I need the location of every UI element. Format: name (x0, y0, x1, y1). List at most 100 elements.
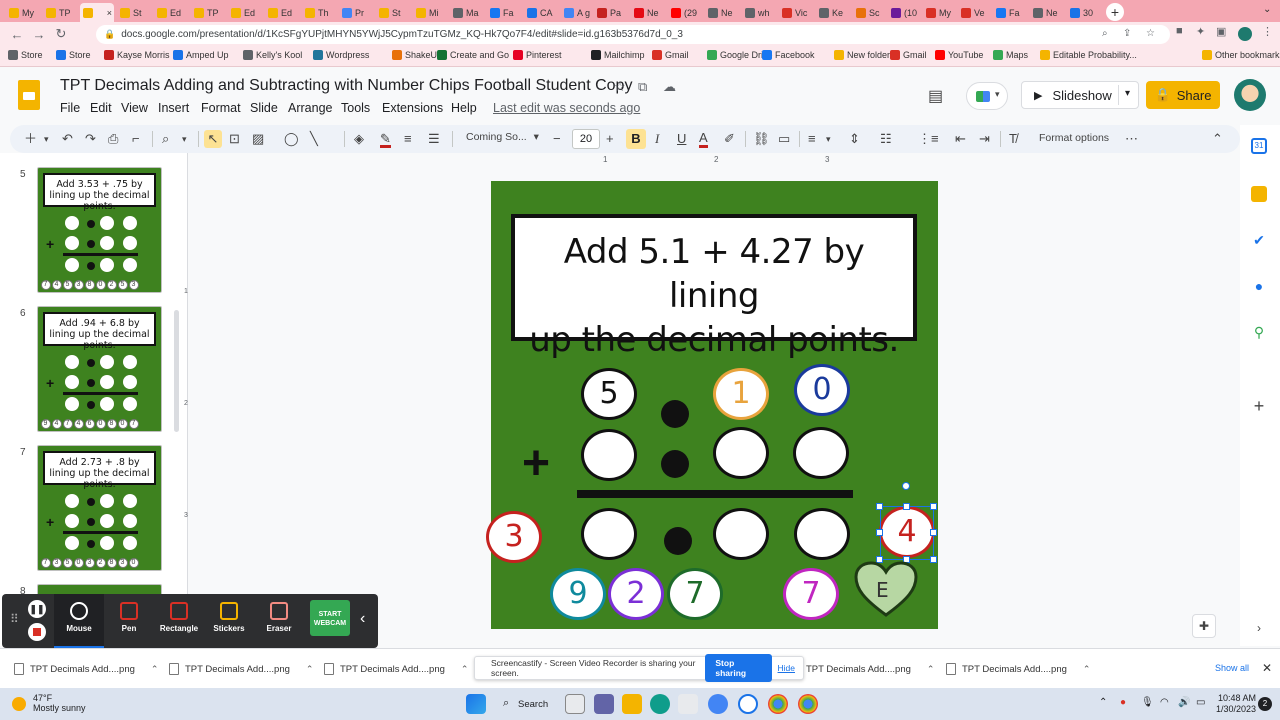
download-options-icon[interactable]: ⌃ (151, 664, 159, 675)
menu-extensions[interactable]: Extensions (382, 101, 443, 115)
number-chip-hundredths[interactable]: 0 (794, 364, 850, 416)
browser-tab[interactable]: Ma (450, 3, 484, 22)
volume-icon[interactable]: 🔊 (1178, 697, 1190, 708)
comment-history-icon[interactable]: ▤ (928, 86, 943, 106)
collapse-toolbar-icon[interactable]: ⌃ (1212, 130, 1223, 148)
stop-sharing-button[interactable]: Stop sharing (705, 654, 772, 682)
browser-tab[interactable]: CA (524, 3, 558, 22)
tray-chevron-icon[interactable]: ⌃ (1099, 697, 1107, 708)
browser-tab[interactable]: wh (742, 3, 776, 22)
tray-app-icon[interactable]: ● (1120, 697, 1126, 708)
tasks-icon[interactable]: ✔ (1251, 232, 1267, 248)
close-downloads-icon[interactable]: ✕ (1262, 661, 1272, 675)
bookmark-item[interactable]: Kayse Morris (104, 50, 170, 60)
line-spacing-icon[interactable]: ⇕ (849, 130, 860, 148)
menu-format[interactable]: Format (201, 101, 241, 115)
print-icon[interactable]: ⎙ (108, 130, 118, 148)
tab-search-icon[interactable]: ⌄ (1263, 4, 1271, 15)
bookmark-item[interactable]: YouTube (935, 50, 983, 60)
text-color-button[interactable]: A (699, 130, 708, 148)
bookmark-item[interactable]: Other bookmarks (1202, 50, 1280, 60)
empty-chip-slot[interactable] (713, 427, 769, 479)
browser-tab[interactable]: Ed (154, 3, 188, 22)
browser-tab[interactable]: My (923, 3, 957, 22)
bookmark-item[interactable]: ShakeUp (392, 50, 442, 60)
fill-color-icon[interactable]: ◈ (354, 130, 364, 148)
download-item[interactable]: TPT Decimals Add....png ⌃ (790, 663, 934, 675)
download-options-icon[interactable]: ⌃ (306, 664, 314, 675)
number-chip[interactable]: 7 (783, 568, 839, 620)
browser-tab[interactable]: A g (561, 3, 595, 22)
format-options-button[interactable]: Format options (1039, 132, 1109, 144)
contacts-icon[interactable]: ● (1251, 278, 1267, 294)
number-chip-tenths[interactable]: 1 (713, 368, 769, 420)
resize-handle[interactable] (930, 529, 937, 536)
menu-view[interactable]: View (121, 101, 148, 115)
browser-tab[interactable]: Ed (265, 3, 299, 22)
reload-icon[interactable]: ↻ (50, 26, 72, 42)
sc-tool-eraser[interactable]: Eraser (254, 594, 304, 648)
answer-slot[interactable] (713, 508, 769, 560)
browser-tab[interactable]: Sc (853, 3, 887, 22)
sc-tool-pen[interactable]: Pen (104, 594, 154, 648)
calendar-icon[interactable]: 31 (1251, 138, 1267, 154)
number-chip[interactable]: 3 (486, 511, 542, 563)
zoom-icon[interactable]: ⌕ (1102, 28, 1108, 39)
bookmark-item[interactable]: Amped Up (173, 50, 229, 60)
browser-tab[interactable]: Pr (339, 3, 373, 22)
image-icon[interactable]: ▨ (252, 130, 264, 148)
edge-icon[interactable] (650, 694, 670, 714)
address-bar[interactable]: 🔒 docs.google.com/presentation/d/1KcSFgY… (96, 25, 1170, 44)
side-panel-icon[interactable]: ▣ (1216, 25, 1226, 38)
weather-icon[interactable] (12, 697, 26, 711)
chrome-icon[interactable] (798, 694, 818, 714)
empty-chip-slot[interactable] (581, 429, 637, 481)
bookmark-item[interactable]: Pinterest (513, 50, 562, 60)
highlight-icon[interactable]: ✐ (724, 130, 735, 148)
resize-handle[interactable] (930, 503, 937, 510)
undo-icon[interactable]: ↶ (62, 130, 73, 148)
extensions-puzzle-icon[interactable]: ✦ (1196, 25, 1205, 38)
wifi-icon[interactable]: ◠ (1160, 697, 1169, 708)
share-button[interactable]: 🔒 Share (1146, 81, 1220, 109)
bookmark-item[interactable]: Mailchimp (591, 50, 645, 60)
bookmark-item[interactable]: Kelly's Kool (243, 50, 302, 60)
chrome-icon[interactable] (768, 694, 788, 714)
sc-tool-mouse[interactable]: Mouse (54, 594, 104, 648)
browser-tab[interactable]: Fa (993, 3, 1027, 22)
collapse-toolbar-icon[interactable]: ‹ (360, 610, 365, 628)
stop-recording-icon[interactable] (28, 623, 46, 641)
redo-icon[interactable]: ↷ (85, 130, 96, 148)
keep-icon[interactable] (1251, 186, 1267, 202)
border-weight-icon[interactable]: ≡ (404, 130, 412, 148)
browser-tab[interactable]: Ne (1030, 3, 1064, 22)
add-comment-icon[interactable]: ▭ (778, 130, 790, 148)
microphone-icon[interactable]: 🎙 (1141, 697, 1154, 708)
chevron-down-icon[interactable]: ▾ (182, 130, 187, 148)
menu-file[interactable]: File (60, 101, 80, 115)
last-edit-link[interactable]: Last edit was seconds ago (493, 101, 640, 115)
windows-start-icon[interactable] (466, 694, 486, 714)
chevron-down-icon[interactable]: ▾ (44, 130, 49, 148)
bookmark-item[interactable]: Wordpress (313, 50, 369, 60)
browser-tab[interactable]: Vic (779, 3, 813, 22)
text-box-icon[interactable]: ⊡ (229, 130, 240, 148)
font-size-input[interactable]: 20 (572, 129, 600, 149)
browser-tab[interactable]: Pa (594, 3, 628, 22)
number-chip[interactable]: 2 (608, 568, 664, 620)
bookmark-item[interactable]: Gmail (652, 50, 689, 60)
extension-icon[interactable]: ■ (1176, 25, 1183, 37)
decrease-font-size-button[interactable]: − (553, 130, 561, 148)
menu-edit[interactable]: Edit (90, 101, 112, 115)
hide-link[interactable]: Hide (778, 663, 795, 673)
battery-icon[interactable]: ▭ (1196, 697, 1205, 708)
teams-icon[interactable] (594, 694, 614, 714)
close-tab-icon[interactable]: × (107, 8, 114, 18)
filmstrip-scrollbar[interactable] (174, 310, 179, 432)
bookmark-star-icon[interactable]: ☆ (1146, 28, 1155, 39)
browser-tab[interactable]: Th (302, 3, 336, 22)
slide-thumbnail[interactable]: Add 2.73 + .8 by lining up the decimal p… (37, 445, 162, 571)
task-view-icon[interactable] (565, 694, 585, 714)
browser-tab[interactable]: Mi (413, 3, 447, 22)
rotate-handle[interactable] (902, 482, 910, 490)
